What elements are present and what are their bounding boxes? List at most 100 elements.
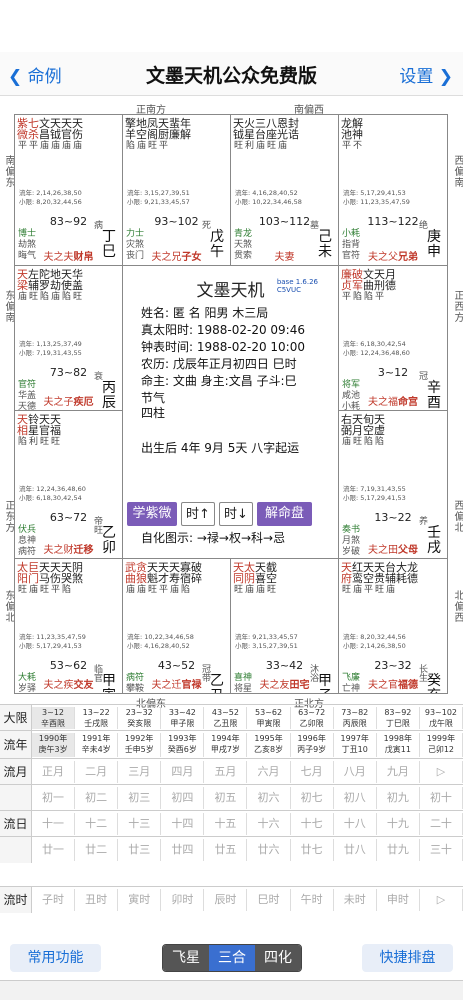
liuri2-cell[interactable]: 十八 (334, 813, 377, 835)
liuyue-cell[interactable]: 五月 (204, 761, 248, 783)
palace-wei[interactable]: 天 钺旺火 星利三 台庙八 座旺恩 光庙封 诰流年: 4,16,28,40,52… (230, 114, 339, 266)
liushi-cell[interactable]: ▷ (420, 889, 463, 911)
liuyue-cell[interactable]: 六月 (248, 761, 291, 783)
palace-name: 夫之兄子女 (151, 252, 202, 263)
liuri2-cell[interactable]: 二十 (420, 813, 463, 835)
liuri2-cell[interactable]: 十四 (161, 813, 205, 835)
liuyue-cell[interactable]: 正月 (32, 761, 76, 783)
palace-si[interactable]: 紫 微平七 杀平文 昌庙天 钺庙天 官庙天 伤庙流年: 2,14,26,38,5… (14, 114, 123, 266)
liuri3-cell[interactable]: 廿二 (75, 839, 119, 861)
common-functions-button[interactable]: 常用功能 (10, 944, 101, 972)
liuri3-cell[interactable]: 廿六 (248, 839, 291, 861)
liuri2-cell[interactable]: 十九 (377, 813, 420, 835)
liuyue-cell[interactable]: 八月 (334, 761, 377, 783)
mode-feixing[interactable]: 飞星 (163, 945, 209, 971)
time-down-button[interactable]: 时↓ (219, 502, 253, 526)
palace-zi[interactable]: 天 同旺太 阴庙天 喜庙截 空旺流年: 9,21,33,45,57 小限: 3,… (230, 558, 339, 694)
quick-chart-button[interactable]: 快捷排盘 (362, 944, 453, 972)
daxian-cell[interactable]: 73~82 丙辰限 (334, 707, 377, 729)
liuri1-cell[interactable]: 初七 (291, 787, 334, 809)
star: 地 空庙 (136, 117, 147, 151)
liushi-cell[interactable]: 寅时 (118, 889, 162, 911)
daxian-label: 大限 (0, 705, 32, 731)
liuri3-cell[interactable]: 廿五 (204, 839, 248, 861)
liunian-cell[interactable]: 1997年 丁丑10 (334, 733, 377, 757)
liushi-cell[interactable]: 辰时 (204, 889, 248, 911)
liushi-cell[interactable]: 丑时 (75, 889, 119, 911)
liuri3-cell[interactable]: 廿七 (291, 839, 334, 861)
liunian-cell[interactable]: 1995年 乙亥8岁 (248, 733, 291, 757)
liuyue-cell[interactable]: ▷ (420, 761, 463, 783)
liuri1-cell[interactable]: 初二 (75, 787, 119, 809)
daxian-cell[interactable]: 63~72 乙卯限 (291, 707, 334, 729)
liunian-cell[interactable]: 1993年 癸酉6岁 (161, 733, 205, 757)
age-list: 流年: 4,16,28,40,52 小限: 10,22,34,46,58 (235, 189, 302, 206)
star: 左 辅旺 (28, 268, 39, 302)
liuri3-cell[interactable]: 廿一 (32, 839, 76, 861)
liushi-cell[interactable]: 未时 (334, 889, 377, 911)
palace-mao[interactable]: 天 相陷铃 星利天 官旺天 福旺流年: 12,24,36,48,60 小限: 6… (14, 410, 123, 559)
liuyue-cell[interactable]: 三月 (118, 761, 162, 783)
liuyue-cell[interactable]: 九月 (377, 761, 420, 783)
liunian-cell[interactable]: 1999年 己卯12 (420, 733, 463, 757)
daxian-cell[interactable]: 43~52 乙丑限 (204, 707, 248, 729)
palace-shen[interactable]: 龙 池平解 神不流年: 5,17,29,41,53 小限: 11,23,35,4… (338, 114, 448, 266)
liuyue-cell[interactable]: 七月 (291, 761, 334, 783)
liunian-cell[interactable]: 1992年 壬申5岁 (118, 733, 162, 757)
liushi-cell[interactable]: 子时 (32, 889, 76, 911)
liuri1-cell[interactable]: 初五 (204, 787, 248, 809)
liushi-cell[interactable]: 巳时 (248, 889, 291, 911)
palace-yin[interactable]: 太 阳旺巨 门庙天 马旺天 伤平天 哭陷阴 煞流年: 11,23,35,47,5… (14, 558, 123, 694)
liuri2-cell[interactable]: 十五 (204, 813, 248, 835)
liunian-cell[interactable]: 1996年 丙子9岁 (291, 733, 334, 757)
daxian-cell[interactable]: 83~92 丁巳限 (377, 707, 420, 729)
liuri2-cell[interactable]: 十六 (248, 813, 291, 835)
liuri1-cell[interactable]: 初九 (377, 787, 420, 809)
liuri2-cell[interactable]: 十一 (32, 813, 76, 835)
liuri1-cell[interactable]: 初一 (32, 787, 76, 809)
clock-row: 钟表时间: 1988-02-20 10:00 (141, 340, 305, 354)
learn-ziwei-button[interactable]: 学紫微 (127, 502, 177, 526)
liunian-cell[interactable]: 1991年 辛未4岁 (75, 733, 119, 757)
time-up-button[interactable]: 时↑ (181, 502, 215, 526)
liunian-cell[interactable]: 1990年 庚午3岁 (32, 733, 76, 757)
palace-hai[interactable]: 天 府旺红 鸾庙天 空平天 贵旺台 辅庙大 耗龙 德流年: 8,20,32,44… (338, 558, 448, 694)
liuri1-cell[interactable]: 初十 (420, 787, 463, 809)
daxian-cell[interactable]: 3~12 辛酉限 (32, 707, 76, 729)
mode-sanhe[interactable]: 三合 (209, 945, 255, 971)
daxian-cell[interactable]: 53~62 甲寅限 (248, 707, 291, 729)
liuri3-cell[interactable]: 廿九 (377, 839, 420, 861)
liushi-cell[interactable]: 申时 (377, 889, 420, 911)
liuri3-cell[interactable]: 廿八 (334, 839, 377, 861)
liuri2-cell[interactable]: 十二 (75, 813, 119, 835)
daxian-cell[interactable]: 23~32 癸亥限 (118, 707, 162, 729)
liushi-cell[interactable]: 午时 (291, 889, 334, 911)
liuyue-cell[interactable]: 二月 (75, 761, 119, 783)
palace-wu[interactable]: 擎 羊陷地 空庙凤 阁旺天 厨平蜚 廉年 解流年: 3,15,27,39,51 … (122, 114, 231, 266)
palace-xu[interactable]: 右 弼庙天 月旺旬 空陷天 虚陷流年: 7,19,31,43,55 小限: 5,… (338, 410, 448, 559)
palace-name: 夫之财迁移 (43, 545, 94, 556)
liuri3-cell[interactable]: 廿三 (118, 839, 162, 861)
settings-button[interactable]: 设置 ❯ (399, 62, 453, 87)
mode-sihua[interactable]: 四化 (255, 945, 301, 971)
liuri2-cell[interactable]: 十三 (118, 813, 162, 835)
liuri3-cell[interactable]: 三十 (420, 839, 463, 861)
liuri1-cell[interactable]: 初六 (248, 787, 291, 809)
liuri1-cell[interactable]: 初八 (334, 787, 377, 809)
daxian-cell[interactable]: 93~102 戊午限 (420, 707, 463, 729)
liuri1-cell[interactable]: 初三 (118, 787, 162, 809)
daxian-cell[interactable]: 13~22 壬戌限 (75, 707, 119, 729)
liunian-cell[interactable]: 1994年 甲戌7岁 (204, 733, 248, 757)
liunian-cell[interactable]: 1998年 戊寅11 (377, 733, 420, 757)
liuri1-cell[interactable]: 初四 (161, 787, 205, 809)
palace-chen[interactable]: 天 梁庙左 辅旺陀 罗陷地 劫庙天 使陷华 盖旺流年: 1,13,25,37,4… (14, 265, 123, 411)
palace-you[interactable]: 廉 贞平破 军陷文 曲陷天 刑平月 德流年: 6,18,30,42,54 小限:… (338, 265, 448, 411)
palace-chou[interactable]: 武 曲庙贪 狼庙天 魁旺天 才平天 寿庙寡 宿陷破 碎流年: 10,22,34,… (122, 558, 231, 694)
interpret-button[interactable]: 解命盘 (257, 502, 312, 526)
liuri2-cell[interactable]: 十七 (291, 813, 334, 835)
liuri3-cell[interactable]: 廿四 (161, 839, 205, 861)
daxian-cell[interactable]: 33~42 甲子限 (161, 707, 205, 729)
sizhu-label: 四柱 (141, 406, 166, 420)
liuyue-cell[interactable]: 四月 (161, 761, 205, 783)
liushi-cell[interactable]: 卯时 (161, 889, 205, 911)
